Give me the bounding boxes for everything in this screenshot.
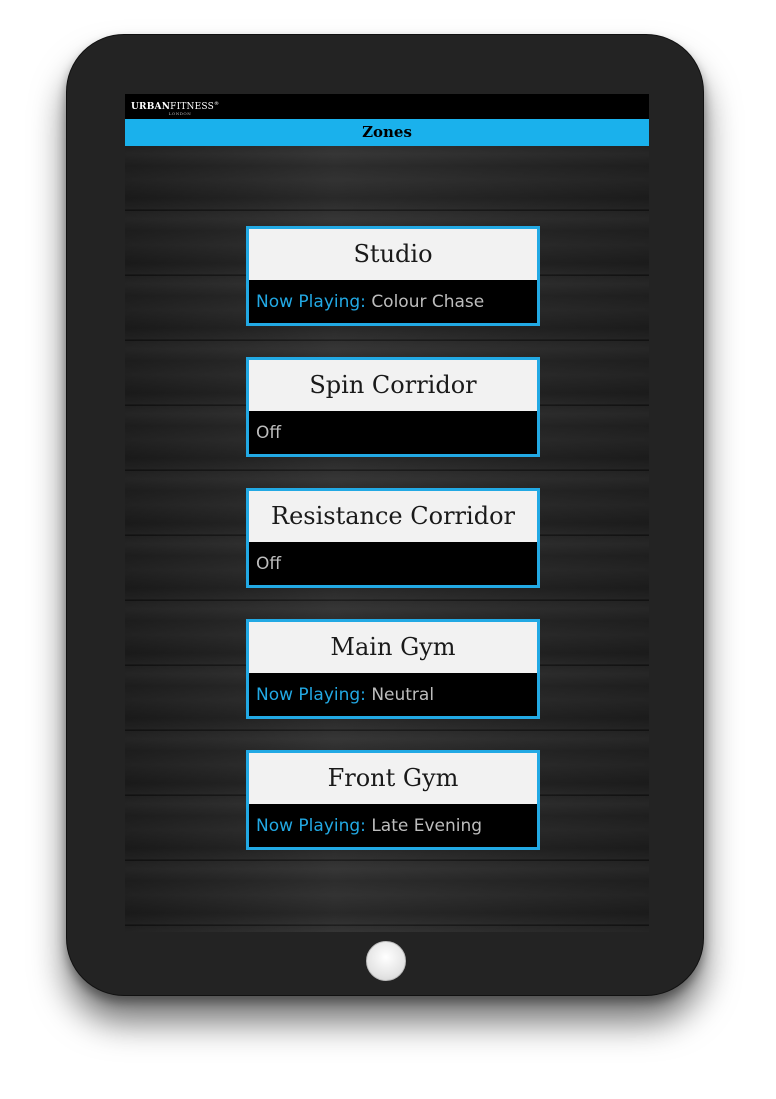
zone-status: Now Playing: Late Evening — [249, 804, 537, 847]
zone-name: Front Gym — [249, 753, 537, 804]
zone-card-main-gym[interactable]: Main Gym Now Playing: Neutral — [246, 619, 540, 719]
zone-name: Main Gym — [249, 622, 537, 673]
brand-bar: URBANFITNESS® LONDON — [125, 94, 649, 119]
logo-registered-mark: ® — [213, 101, 220, 107]
zone-status: Now Playing: Colour Chase — [249, 280, 537, 323]
now-playing-label: Now Playing: — [256, 685, 366, 705]
app-screen: URBANFITNESS® LONDON Zones Studio Now Pl… — [125, 94, 649, 932]
zone-status-value: Late Evening — [371, 816, 483, 836]
zone-status: Now Playing: Neutral — [249, 673, 537, 716]
urban-fitness-logo: URBANFITNESS® LONDON — [131, 99, 219, 116]
page-title: Zones — [125, 119, 649, 146]
zone-card-front-gym[interactable]: Front Gym Now Playing: Late Evening — [246, 750, 540, 850]
zone-status-value: Off — [256, 423, 282, 443]
now-playing-label: Now Playing: — [256, 816, 366, 836]
now-playing-label: Now Playing: — [256, 292, 366, 312]
logo-subtitle: LONDON — [168, 111, 192, 116]
zone-status-value: Neutral — [371, 685, 435, 705]
logo-bold-text: URBAN — [131, 102, 171, 112]
zone-status: Off — [249, 411, 537, 454]
zone-card-studio[interactable]: Studio Now Playing: Colour Chase — [246, 226, 540, 326]
zone-status-value: Off — [256, 554, 282, 574]
zone-card-resistance-corridor[interactable]: Resistance Corridor Off — [246, 488, 540, 588]
zone-name: Studio — [249, 229, 537, 280]
zone-list: Studio Now Playing: Colour Chase Spin Co… — [246, 226, 540, 881]
zone-name: Resistance Corridor — [249, 491, 537, 542]
zone-card-spin-corridor[interactable]: Spin Corridor Off — [246, 357, 540, 457]
home-button-icon[interactable] — [366, 941, 406, 981]
zone-status: Off — [249, 542, 537, 585]
zone-name: Spin Corridor — [249, 360, 537, 411]
zone-status-value: Colour Chase — [371, 292, 485, 312]
